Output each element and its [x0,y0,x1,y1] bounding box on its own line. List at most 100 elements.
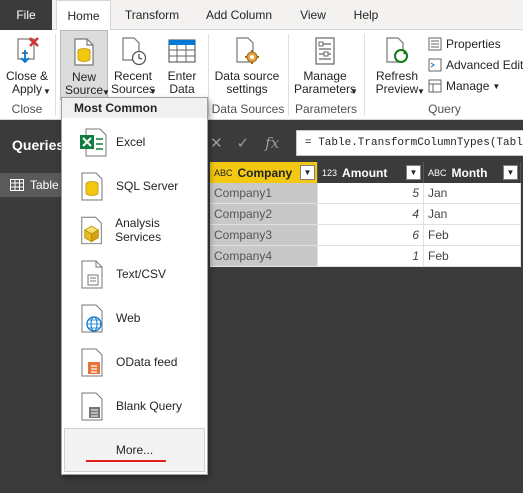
text-file-icon [81,260,103,289]
blank-query-icon [81,392,103,421]
cell-company[interactable]: Company1 [210,183,318,204]
fx-icon[interactable]: fx [265,134,279,152]
table-row: Company3 6 Feb [210,225,521,246]
cell-company[interactable]: Company2 [210,204,318,225]
recent-sources-button[interactable]: Recent Sources ▼ [110,30,157,100]
cell-company[interactable]: Company4 [210,246,318,267]
advanced-editor-button[interactable]: Advanced Editor [428,55,523,75]
more-button[interactable]: More... [64,428,205,472]
table-row: Company2 4 Jan [210,204,521,225]
tab-add-column[interactable]: Add Column [196,0,282,30]
group-separator [288,34,289,116]
dropdown-item-label: Blank Query [116,399,183,413]
group-separator [364,34,365,116]
close-apply-button[interactable]: Close & Apply ▼ [2,30,52,100]
dropdown-item-analysis-services[interactable]: Analysis Services [62,208,207,252]
manage-label: Manage [446,79,490,93]
dropdown-item-label: Excel [116,135,146,149]
filter-dropdown-icon[interactable]: ▼ [503,165,518,180]
query-item-table[interactable]: Table [0,173,62,197]
dropdown-item-label: Analysis Services [115,216,162,244]
cell-amount[interactable]: 5 [318,183,424,204]
dropdown-item-label: Text/CSV [116,267,167,281]
type-number-icon[interactable]: 123 [322,168,337,178]
dropdown-item-label: OData feed [116,355,178,369]
manage-parameters-icon [315,37,335,65]
group-label-parameters: Parameters [294,102,358,116]
cell-amount[interactable]: 1 [318,246,424,267]
chevron-down-icon: ▼ [417,87,425,96]
dropdown-item-odata-feed[interactable]: OData feed [62,340,207,384]
new-source-icon [74,38,94,66]
tab-view[interactable]: View [290,0,336,30]
cell-amount[interactable]: 4 [318,204,424,225]
group-label-data-sources: Data Sources [211,102,285,116]
dropdown-item-text-csv[interactable]: Text/CSV [62,252,207,296]
properties-icon [428,37,442,51]
manage-button[interactable]: Manage ▼ [428,76,500,96]
tab-home[interactable]: Home [56,0,111,31]
filter-dropdown-icon[interactable]: ▼ [300,165,315,180]
cancel-icon[interactable]: ✕ [210,134,223,152]
data-source-settings-icon [236,37,259,64]
new-source-label: New Source [64,70,104,97]
enter-data-label: Enter Data [167,69,197,96]
filter-dropdown-icon[interactable]: ▼ [406,165,421,180]
type-text-icon[interactable]: ABC [428,168,447,178]
tab-transform[interactable]: Transform [116,0,188,30]
dropdown-item-excel[interactable]: Excel [62,120,207,164]
table-row: Company4 1 Feb [210,246,521,267]
table-icon [168,39,196,63]
column-header-month[interactable]: ABC Month ▼ [424,162,521,183]
new-source-button[interactable]: New Source ▼ [60,30,110,100]
cell-company[interactable]: Company3 [210,225,318,246]
dropdown-header: Most Common [62,98,207,118]
group-label-close: Close [11,102,43,116]
table-icon [10,179,24,191]
refresh-icon [386,37,408,63]
data-source-settings-button[interactable]: Data source settings [212,30,282,100]
cell-month[interactable]: Jan [424,183,521,204]
dropdown-item-label: Web [116,311,141,325]
cell-month[interactable]: Feb [424,225,521,246]
advanced-editor-label: Advanced Editor [446,58,523,72]
cell-amount[interactable]: 6 [318,225,424,246]
type-text-icon[interactable]: ABC [214,168,233,178]
new-source-dropdown: Most Common Excel SQL Server Analysis Se… [61,97,208,475]
dropdown-item-web[interactable]: Web [62,296,207,340]
database-icon [81,172,103,201]
column-header-amount[interactable]: 123 Amount ▼ [318,162,424,183]
tab-help[interactable]: Help [344,0,388,30]
properties-button[interactable]: Properties [428,34,501,54]
tab-file[interactable]: File [0,0,52,30]
excel-icon [80,128,107,157]
chevron-down-icon: ▼ [43,87,51,96]
column-header-company[interactable]: ABC Company ▼ [210,162,318,183]
group-separator [55,34,56,116]
refresh-preview-button[interactable]: Refresh Preview ▼ [370,30,425,100]
data-source-settings-label: Data source settings [214,69,280,96]
chevron-down-icon: ▼ [492,81,501,91]
close-apply-icon [17,37,39,64]
dropdown-item-sql-server[interactable]: SQL Server [62,164,207,208]
recent-sources-icon [122,37,147,66]
cell-month[interactable]: Feb [424,246,521,267]
cell-month[interactable]: Jan [424,204,521,225]
column-name: Company [237,165,293,180]
enter-data-button[interactable]: Enter Data [160,30,204,100]
column-name: Amount [342,165,388,180]
advanced-editor-icon [428,58,442,72]
dropdown-item-blank-query[interactable]: Blank Query [62,384,207,428]
refresh-preview-label: Refresh Preview [375,69,419,96]
queries-pane: Queries Table [0,121,64,493]
column-name: Month [451,165,488,180]
formula-bar: ✕ ✓ fx = Table.TransformColumnTypes(Tabl… [208,130,523,156]
manage-parameters-button[interactable]: Manage Parameters ▼ [292,30,358,100]
ribbon-tab-bar: File Home Transform Add Column View Help [0,0,523,31]
check-icon[interactable]: ✓ [237,134,250,152]
odata-feed-icon [81,348,103,377]
manage-icon [428,79,442,93]
manage-parameters-label: Manage Parameters [293,69,357,96]
formula-input[interactable]: = Table.TransformColumnTypes(Table [296,130,523,156]
properties-label: Properties [446,37,501,51]
